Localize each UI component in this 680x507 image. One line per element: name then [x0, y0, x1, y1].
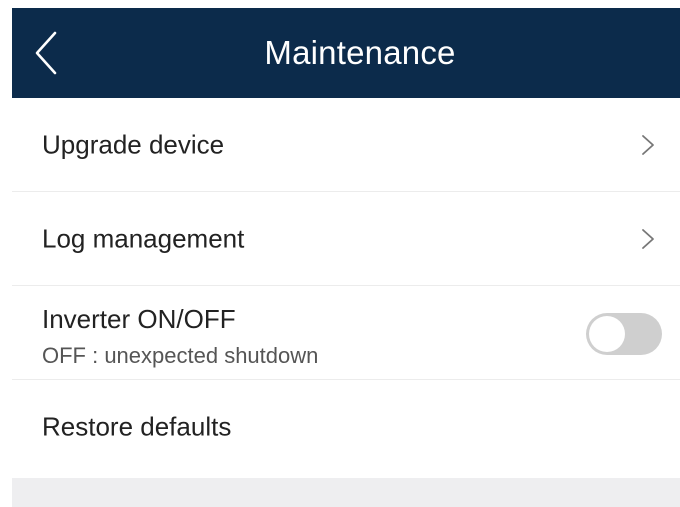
inverter-on-off-item: Inverter ON/OFF OFF : unexpected shutdow… — [12, 286, 680, 380]
chevron-right-icon — [642, 228, 654, 249]
restore-defaults-item[interactable]: Restore defaults — [12, 380, 680, 474]
log-management-item[interactable]: Log management — [12, 192, 680, 286]
maintenance-menu: Upgrade device Log management Inverter O… — [12, 98, 680, 474]
page-title: Maintenance — [264, 34, 456, 71]
chevron-left-icon — [35, 31, 57, 75]
back-button[interactable] — [26, 28, 66, 78]
log-management-label: Log management — [42, 223, 245, 253]
bottom-spacer — [12, 478, 680, 507]
maintenance-screen: Maintenance Upgrade device Log managemen… — [0, 0, 680, 507]
app-header: Maintenance — [12, 8, 680, 98]
chevron-right-icon — [642, 134, 654, 155]
upgrade-device-item[interactable]: Upgrade device — [12, 98, 680, 192]
inverter-status-text: OFF : unexpected shutdown — [42, 343, 319, 368]
restore-defaults-label: Restore defaults — [42, 411, 232, 442]
upgrade-device-label: Upgrade device — [42, 129, 225, 159]
toggle-knob — [589, 316, 625, 352]
inverter-on-off-label: Inverter ON/OFF — [42, 304, 236, 334]
inverter-toggle[interactable] — [586, 313, 662, 355]
